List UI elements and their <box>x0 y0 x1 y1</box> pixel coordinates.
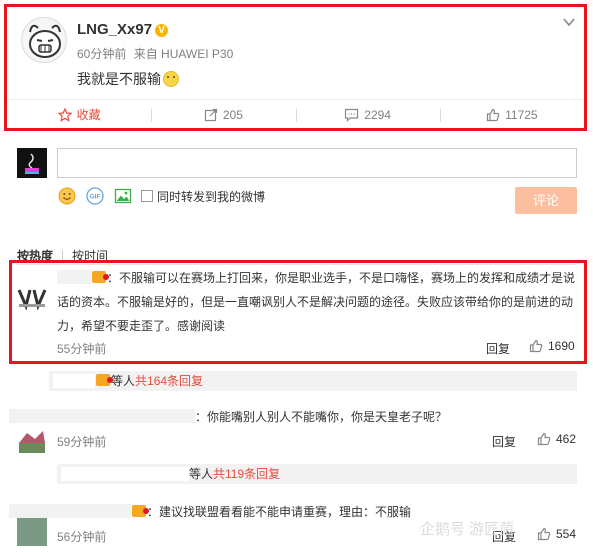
commenter-name[interactable] <box>9 409 195 423</box>
commenter-avatar[interactable] <box>17 425 47 455</box>
post-time[interactable]: 60分钟前 <box>77 47 126 61</box>
reply-count-link[interactable]: 共164条回复 <box>135 374 203 388</box>
comment-time: 56分钟前 <box>57 530 107 544</box>
like-button[interactable]: 11725 <box>439 100 584 129</box>
comment-text: ：不服输可以在赛场上打回来，你是职业选手，不是口嗨怪，赛场上的发挥和成绩才是说话… <box>57 270 576 333</box>
commenter-avatar[interactable] <box>17 282 47 312</box>
thumbs-up-icon <box>487 108 500 121</box>
thumbs-up-icon <box>537 432 551 446</box>
fan-badge-icon <box>96 374 113 386</box>
comment-item: ：不服输可以在赛场上打回来，你是职业选手，不是口嗨怪，赛场上的发挥和成绩才是说话… <box>17 266 579 360</box>
fan-badge-icon <box>92 271 109 283</box>
gif-button[interactable]: GIF <box>85 186 105 206</box>
comment-like-button[interactable]: 462 <box>537 432 576 446</box>
comment-count-button[interactable]: 2294 <box>295 100 440 129</box>
post-meta: 60分钟前 来自 HUAWEI P30 <box>77 45 233 62</box>
chevron-down-icon[interactable] <box>562 15 576 29</box>
fan-badge-icon <box>132 505 149 517</box>
post-source: 来自 HUAWEI P30 <box>133 47 234 61</box>
star-icon <box>57 107 72 122</box>
reply-summary[interactable]: 等人共119条回复 <box>57 464 577 484</box>
emoji-button[interactable] <box>57 186 77 206</box>
comment-icon <box>345 108 359 122</box>
image-button[interactable] <box>113 186 133 206</box>
forward-label[interactable]: 同时转发到我的微博 <box>157 188 265 205</box>
forward-checkbox[interactable] <box>141 190 153 202</box>
submit-comment-button[interactable]: 评论 <box>515 187 577 214</box>
thumbs-up-icon <box>537 527 551 541</box>
user-avatar[interactable] <box>21 17 67 63</box>
v-badge-icon: V <box>155 24 169 37</box>
commenter-name[interactable] <box>57 270 91 284</box>
post-username[interactable]: LNG_Xx97 V <box>77 21 169 38</box>
comment-time: 59分钟前 <box>57 435 107 449</box>
smile-emoji-icon <box>163 71 179 87</box>
reply-summary[interactable]: 等人共164条回复 <box>49 371 577 391</box>
comment-time: 55分钟前 <box>57 342 107 356</box>
comment-item: ：你能嘴别人别人不能嘴你，你是天皇老子呢？ 59分钟前 回复 462 <box>9 405 579 455</box>
replier-name[interactable] <box>61 467 189 481</box>
reply-count-link[interactable]: 共119条回复 <box>213 467 280 481</box>
reply-button[interactable]: 回复 <box>492 433 516 450</box>
weibo-post: LNG_Xx97 V 60分钟前 来自 HUAWEI P30 我就是不服输 收藏 … <box>4 4 587 131</box>
composer-tools: GIF 同时转发到我的微博 <box>57 186 265 206</box>
repost-icon <box>204 108 217 121</box>
replier-name[interactable] <box>53 374 95 388</box>
reply-button[interactable]: 回复 <box>486 340 510 357</box>
comment-like-button[interactable]: 554 <box>537 527 576 541</box>
gif-icon: GIF <box>86 187 104 205</box>
smile-icon <box>58 187 76 205</box>
commenter-name[interactable] <box>9 504 131 518</box>
post-action-bar: 收藏 205 2294 11725 <box>7 99 584 129</box>
watermark: 企鹅号 游匠菌 <box>420 521 515 538</box>
post-text: 我就是不服输 <box>77 69 179 89</box>
favorite-button[interactable]: 收藏 <box>7 100 151 129</box>
comment-text: ：你能嘴别人别人不能嘴你，你是天皇老子呢？ <box>9 405 569 429</box>
svg-text:GIF: GIF <box>90 194 101 201</box>
comment-input[interactable] <box>57 148 577 178</box>
my-avatar[interactable] <box>17 148 47 178</box>
thumbs-up-icon <box>529 339 543 353</box>
comment-like-button[interactable]: 1690 <box>529 339 575 353</box>
repost-button[interactable]: 205 <box>151 100 295 129</box>
image-icon <box>114 188 132 204</box>
